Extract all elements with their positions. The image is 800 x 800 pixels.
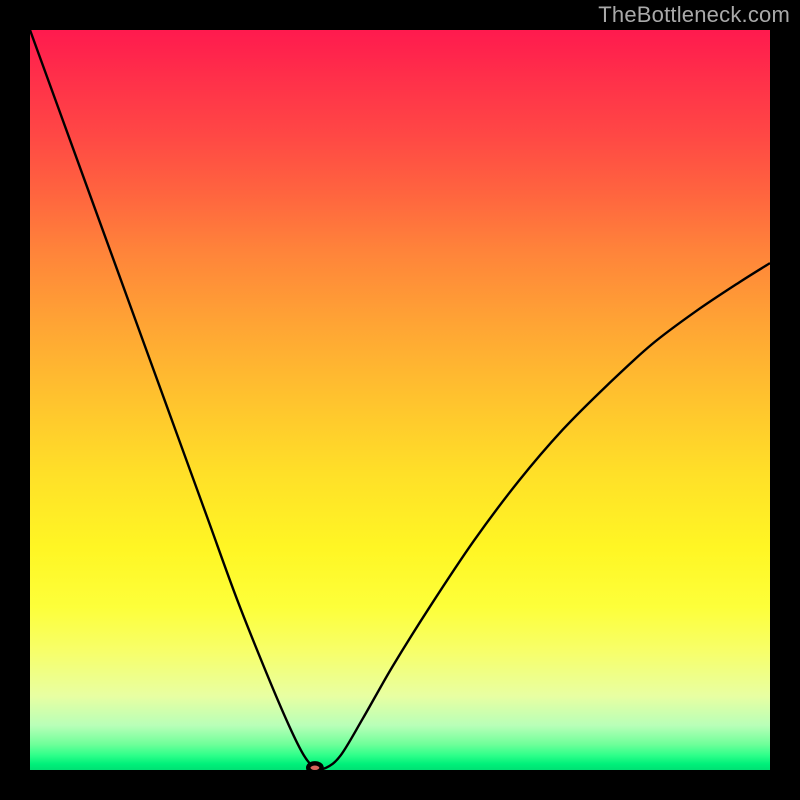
curve-svg [30,30,770,770]
chart-frame: TheBottleneck.com [0,0,800,800]
optimum-marker [308,763,321,770]
plot-area [30,30,770,770]
watermark-label: TheBottleneck.com [598,2,790,28]
bottleneck-curve [30,30,770,769]
